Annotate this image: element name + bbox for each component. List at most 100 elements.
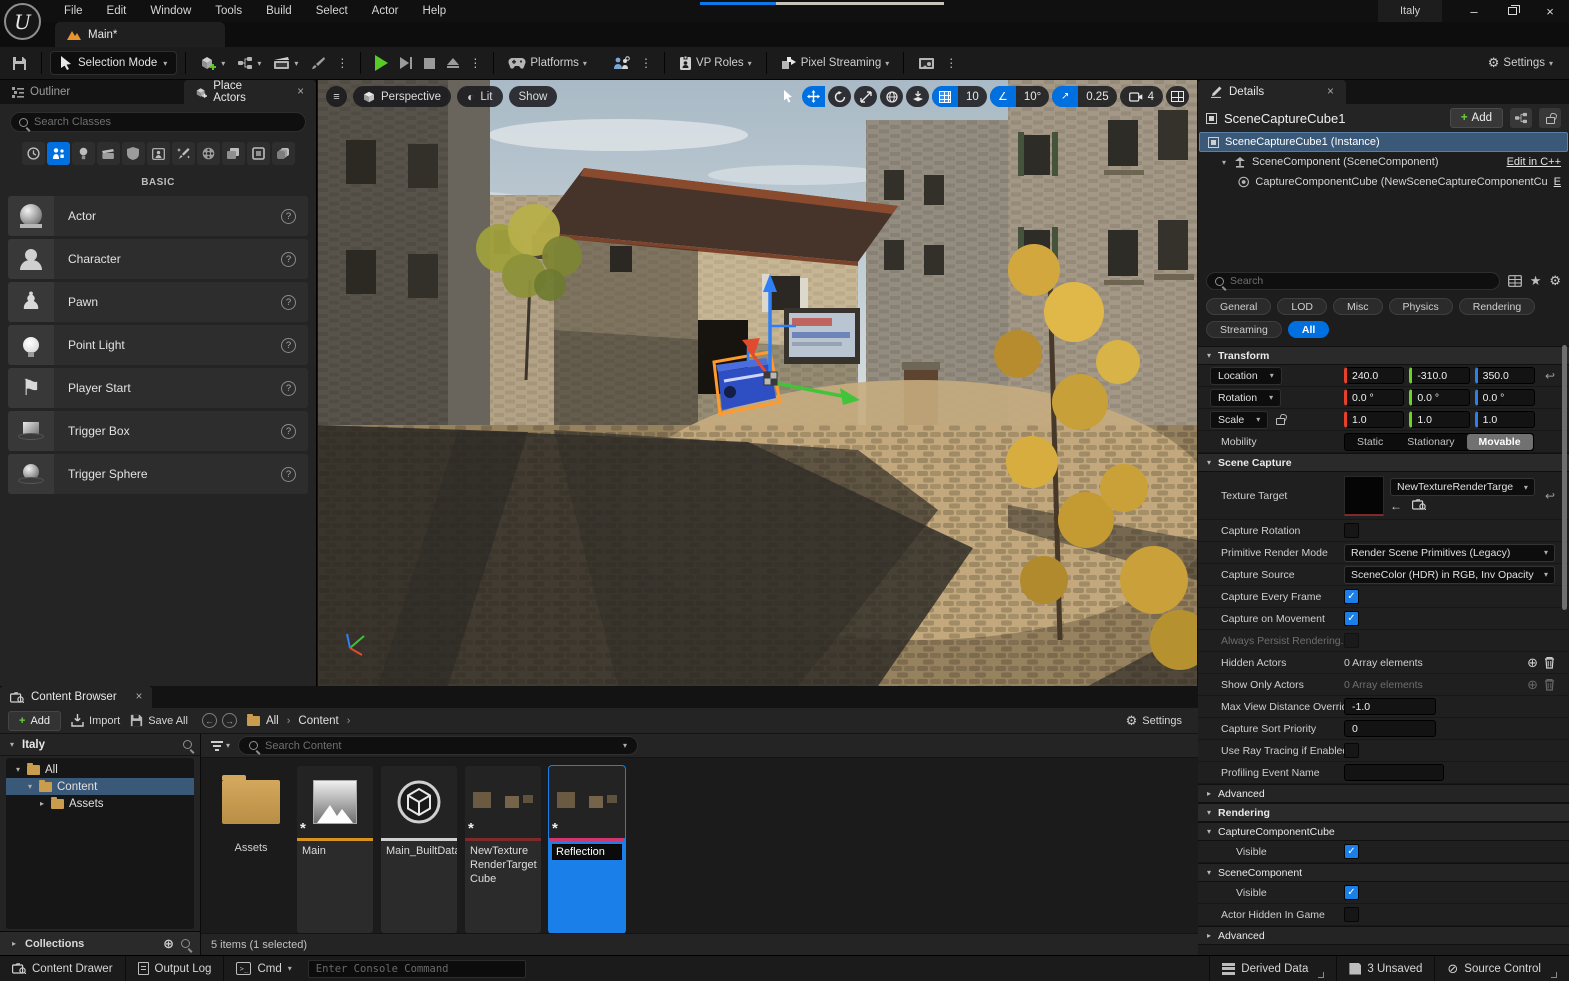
platforms-dropdown[interactable]: Platforms ▾ bbox=[502, 53, 593, 73]
multi-user-options-menu[interactable]: ⋮ bbox=[636, 56, 656, 70]
asset-tile-reflection[interactable]: * bbox=[549, 766, 625, 933]
content-drawer-button[interactable]: Content Drawer bbox=[0, 956, 126, 981]
help-icon[interactable]: ? bbox=[281, 295, 296, 310]
tab-outliner[interactable]: Outliner bbox=[0, 80, 82, 104]
derived-data-button[interactable]: Derived Data bbox=[1209, 956, 1337, 981]
geometry-category-icon[interactable] bbox=[172, 142, 195, 165]
capture-rotation-checkbox[interactable] bbox=[1344, 523, 1359, 538]
list-item-point-light[interactable]: Point Light ? bbox=[8, 325, 308, 365]
max-view-distance-field[interactable]: -1.0 bbox=[1344, 698, 1436, 715]
expand-arrow-icon[interactable]: ▾ bbox=[1220, 158, 1228, 167]
clear-array-icon[interactable] bbox=[1544, 656, 1555, 669]
close-button[interactable]: × bbox=[1531, 0, 1569, 22]
landscape-mode-button[interactable] bbox=[304, 52, 332, 74]
filter-all[interactable]: All bbox=[1288, 321, 1329, 338]
view-mode-dropdown[interactable]: ◐ Lit bbox=[457, 86, 502, 107]
content-browser-settings[interactable]: ⚙ Settings bbox=[1126, 713, 1190, 729]
reset-location-icon[interactable]: ↩ bbox=[1545, 369, 1555, 383]
rotation-dropdown[interactable]: Rotation▾ bbox=[1210, 389, 1281, 407]
capture-source-dropdown[interactable]: SceneColor (HDR) in RGB, Inv Opacity ▾ bbox=[1344, 566, 1555, 584]
details-search-box[interactable] bbox=[1206, 272, 1500, 290]
maximize-viewport-button[interactable] bbox=[1166, 86, 1189, 107]
help-icon[interactable]: ? bbox=[281, 467, 296, 482]
scale-z-field[interactable]: 1.0 bbox=[1475, 411, 1535, 428]
play-button[interactable] bbox=[369, 51, 394, 75]
minimize-button[interactable]: – bbox=[1455, 0, 1493, 22]
rotation-y-field[interactable]: 0.0 ° bbox=[1409, 389, 1469, 406]
rotation-snap-control[interactable]: ∠ 10° bbox=[990, 86, 1049, 107]
toolbar-overflow-menu[interactable]: ⋮ bbox=[332, 56, 352, 70]
help-icon[interactable]: ? bbox=[281, 338, 296, 353]
forward-icon[interactable]: → bbox=[222, 713, 237, 728]
select-tool-button[interactable] bbox=[776, 86, 799, 107]
scene-component-group[interactable]: ▾ SceneComponent bbox=[1198, 863, 1569, 882]
viewport-options-menu[interactable]: ≡ bbox=[326, 86, 347, 107]
help-icon[interactable]: ? bbox=[281, 252, 296, 267]
section-transform[interactable]: ▾ Transform bbox=[1198, 346, 1569, 365]
reset-texture-target-icon[interactable]: ↩ bbox=[1545, 489, 1555, 503]
stop-button[interactable] bbox=[418, 54, 441, 73]
always-persist-checkbox[interactable] bbox=[1344, 633, 1359, 648]
close-icon[interactable]: × bbox=[297, 86, 304, 98]
texture-target-dropdown[interactable]: NewTextureRenderTarge ▾ bbox=[1390, 478, 1535, 496]
edit-in-cpp-link[interactable]: Edit in C++ bbox=[1507, 156, 1561, 168]
primitive-render-mode-dropdown[interactable]: Render Scene Primitives (Legacy) ▾ bbox=[1344, 544, 1555, 562]
location-y-field[interactable]: -310.0 bbox=[1409, 367, 1469, 384]
unreal-logo[interactable]: U bbox=[4, 3, 41, 40]
basic-category-icon[interactable] bbox=[47, 142, 70, 165]
scale-y-field[interactable]: 1.0 bbox=[1409, 411, 1469, 428]
cmd-dropdown[interactable]: >_ Cmd ▾ bbox=[224, 956, 303, 981]
help-icon[interactable]: ? bbox=[281, 381, 296, 396]
location-x-field[interactable]: 240.0 bbox=[1344, 367, 1404, 384]
tab-details[interactable]: Details × bbox=[1198, 80, 1346, 104]
ray-tracing-checkbox[interactable] bbox=[1344, 743, 1359, 758]
selection-mode-dropdown[interactable]: Selection Mode ▾ bbox=[50, 51, 177, 75]
mobility-movable[interactable]: Movable bbox=[1467, 434, 1533, 450]
details-settings-icon[interactable]: ⚙ bbox=[1549, 273, 1561, 289]
breadcrumb-content[interactable]: Content bbox=[298, 715, 338, 727]
list-item-player-start[interactable]: ⚑ Player Start ? bbox=[8, 368, 308, 408]
play-options-menu[interactable]: ⋮ bbox=[465, 56, 485, 70]
frame-skip-button[interactable] bbox=[394, 53, 418, 73]
capture-component-cube-group[interactable]: ▾ CaptureComponentCube bbox=[1198, 822, 1569, 841]
close-icon[interactable]: × bbox=[136, 691, 143, 703]
profiling-event-field[interactable] bbox=[1344, 764, 1444, 781]
favorites-star-icon[interactable]: ★ bbox=[1530, 273, 1542, 289]
tab-place-actors[interactable]: Place Actors × bbox=[184, 80, 316, 104]
tab-content-browser[interactable]: Content Browser × bbox=[0, 686, 152, 708]
scale-snap-control[interactable]: ↗ 0.25 bbox=[1052, 86, 1116, 107]
display-options-icon[interactable] bbox=[1508, 275, 1522, 287]
clear-array-icon[interactable] bbox=[1544, 678, 1555, 691]
rotate-tool-button[interactable] bbox=[828, 86, 851, 107]
details-search-input[interactable] bbox=[1230, 275, 1491, 287]
menu-edit[interactable]: Edit bbox=[95, 2, 139, 20]
recently-placed-icon[interactable] bbox=[22, 142, 45, 165]
surface-snap-button[interactable] bbox=[906, 86, 929, 107]
search-content-box[interactable]: ▾ bbox=[238, 736, 638, 755]
filter-general[interactable]: General bbox=[1206, 298, 1271, 315]
help-icon[interactable]: ? bbox=[281, 209, 296, 224]
menu-select[interactable]: Select bbox=[304, 2, 360, 20]
actor-hidden-checkbox[interactable] bbox=[1344, 907, 1359, 922]
filter-misc[interactable]: Misc bbox=[1333, 298, 1383, 315]
search-content-input[interactable] bbox=[265, 740, 616, 752]
pixel-streaming-dropdown[interactable]: Pixel Streaming ▾ bbox=[775, 52, 896, 74]
location-dropdown[interactable]: Location▾ bbox=[1210, 367, 1282, 385]
rotation-x-field[interactable]: 0.0 ° bbox=[1344, 389, 1404, 406]
location-z-field[interactable]: 350.0 bbox=[1475, 367, 1535, 384]
multi-user-button[interactable] bbox=[607, 52, 636, 74]
scale-snap-value[interactable]: 0.25 bbox=[1078, 91, 1116, 103]
capture-sort-priority-field[interactable]: 0 bbox=[1344, 720, 1436, 737]
search-classes-box[interactable] bbox=[10, 112, 306, 132]
media-category-icon[interactable] bbox=[197, 142, 220, 165]
rotation-snap-value[interactable]: 10° bbox=[1016, 91, 1049, 103]
lights-category-icon[interactable] bbox=[72, 142, 95, 165]
menu-actor[interactable]: Actor bbox=[360, 2, 411, 20]
perspective-dropdown[interactable]: Perspective bbox=[353, 86, 451, 107]
level-tab-main[interactable]: Main* bbox=[55, 22, 225, 47]
scale-lock-icon[interactable] bbox=[1276, 418, 1285, 425]
texture-target-thumbnail[interactable] bbox=[1344, 476, 1384, 516]
asset-tile-main[interactable]: * Main bbox=[297, 766, 373, 933]
all-classes-category-icon[interactable] bbox=[272, 142, 295, 165]
world-local-toggle[interactable] bbox=[880, 86, 903, 107]
